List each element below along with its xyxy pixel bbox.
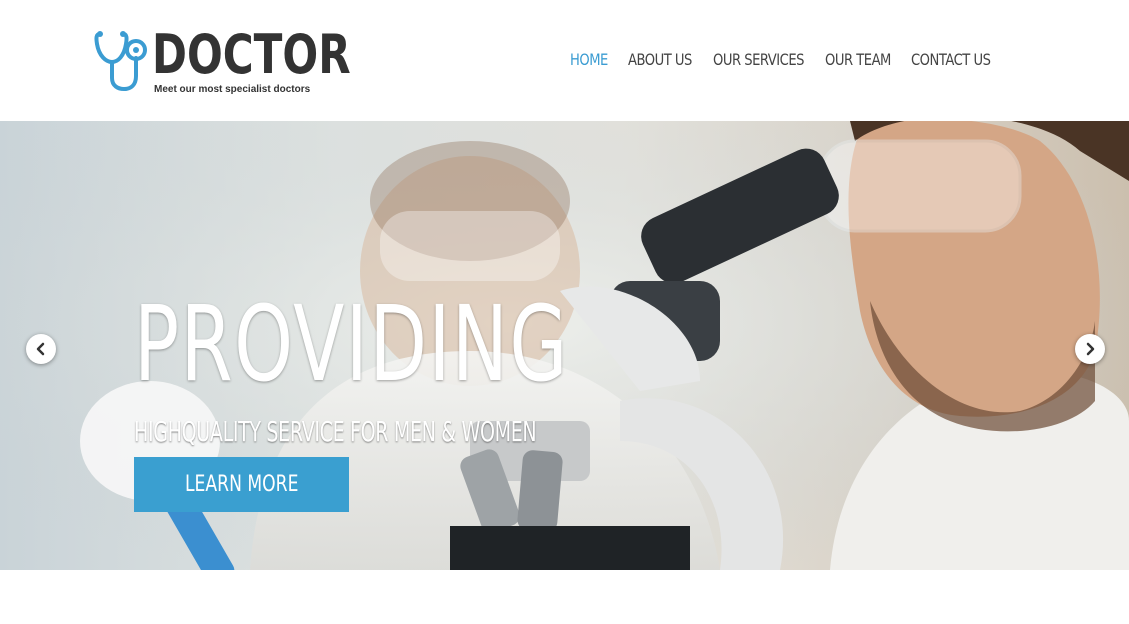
chevron-left-icon [36, 342, 45, 356]
learn-more-label: LEARN MORE [184, 472, 299, 497]
hero-subtitle: HIGHQUALITY SERVICE FOR MEN & WOMEN [134, 415, 537, 448]
slider-prev-button[interactable] [26, 334, 56, 364]
stethoscope-icon [94, 31, 147, 92]
nav-home[interactable]: HOME [570, 50, 619, 69]
slider-next-button[interactable] [1075, 334, 1105, 364]
chevron-right-icon [1086, 342, 1095, 356]
hero-slider: PROVIDING HIGHQUALITY SERVICE FOR MEN & … [0, 121, 1129, 570]
main-nav: HOME ABOUT US OUR SERVICES OUR TEAM CONT… [570, 50, 1011, 69]
brand-name: DOCTOR [152, 23, 351, 86]
nav-our-team[interactable]: OUR TEAM [825, 50, 896, 69]
brand-tagline: Meet our most specialist doctors [154, 84, 311, 95]
nav-our-services[interactable]: OUR SERVICES [713, 50, 805, 69]
nav-about-us[interactable]: ABOUT US [628, 50, 698, 69]
site-logo[interactable]: DOCTOR Meet our most specialist doctors [94, 24, 351, 100]
site-header: DOCTOR Meet our most specialist doctors … [0, 0, 1129, 121]
nav-contact-us[interactable]: CONTACT US [911, 50, 993, 69]
hero-title: PROVIDING [134, 283, 569, 405]
learn-more-button[interactable]: LEARN MORE [134, 457, 349, 512]
